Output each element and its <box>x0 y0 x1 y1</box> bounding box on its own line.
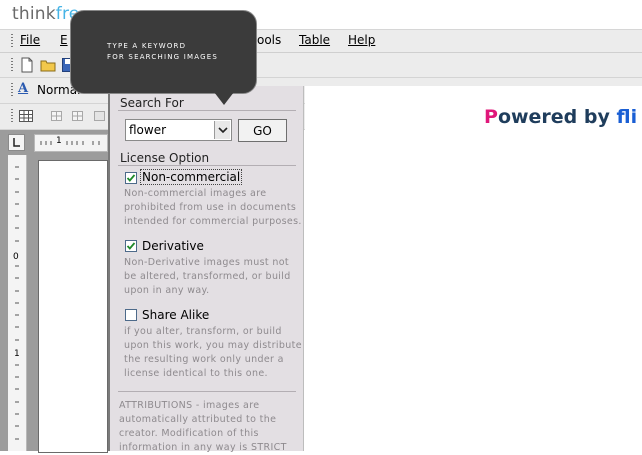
divider <box>118 391 296 392</box>
search-heading: Search For <box>120 96 184 110</box>
divider <box>118 165 296 166</box>
option-description: Non-Derivative images must not be altere… <box>124 257 291 296</box>
tooltip-text: TYPE A KEYWORD FOR SEARCHING IMAGES <box>107 42 218 61</box>
chevron-down-icon[interactable] <box>214 121 230 139</box>
powered-by-banner: Powered by fli <box>484 106 638 128</box>
menu-tools[interactable]: ools <box>257 33 281 47</box>
menu-grip[interactable] <box>11 34 13 48</box>
derivative-checkbox[interactable] <box>125 240 137 252</box>
ruler-tick-label: 1 <box>14 349 20 359</box>
toolbar-grip[interactable] <box>11 109 13 123</box>
search-keyword-value: flower <box>129 123 167 137</box>
open-folder-icon[interactable] <box>40 57 56 73</box>
toolbar-grip[interactable] <box>11 83 13 97</box>
menu-edit[interactable]: E <box>60 33 68 47</box>
menu-table[interactable]: Table <box>299 33 330 47</box>
option-description: if you alter, transform, or build upon t… <box>124 326 302 379</box>
style-icon[interactable]: A <box>18 81 28 96</box>
vertical-ruler[interactable]: 0 1 <box>8 155 27 451</box>
search-keyword-combo[interactable]: flower <box>125 119 232 141</box>
tooltip-pointer <box>214 92 234 105</box>
share-alike-checkbox[interactable] <box>125 309 137 321</box>
divider <box>118 110 296 111</box>
horizontal-ruler[interactable]: 1 <box>34 134 108 152</box>
non-commercial-label[interactable]: Non-commercial <box>139 169 243 185</box>
toolbar-grip[interactable] <box>11 58 13 72</box>
ruler-tick-label: 1 <box>56 136 62 146</box>
share-alike-label[interactable]: Share Alike <box>142 308 209 322</box>
document-page[interactable] <box>38 160 108 453</box>
tab-stop-selector[interactable] <box>8 134 25 151</box>
new-document-icon[interactable] <box>19 57 35 73</box>
insert-row-icon[interactable] <box>48 108 64 124</box>
non-commercial-checkbox[interactable] <box>125 172 137 184</box>
derivative-label[interactable]: Derivative <box>142 239 204 253</box>
insert-table-icon[interactable] <box>18 108 34 124</box>
option-description: Non-commercial images are prohibited fro… <box>124 188 302 227</box>
license-heading: License Option <box>120 151 210 165</box>
menu-file[interactable]: File <box>20 33 40 47</box>
go-button[interactable]: GO <box>238 119 287 142</box>
ruler-tick-label: 0 <box>13 252 19 262</box>
menu-help[interactable]: Help <box>348 33 375 47</box>
attributions-note: ATTRIBUTIONS - images are automatically … <box>119 400 287 453</box>
insert-column-icon[interactable] <box>70 108 86 124</box>
image-results-area <box>305 86 642 451</box>
delete-cells-icon[interactable] <box>92 108 108 124</box>
